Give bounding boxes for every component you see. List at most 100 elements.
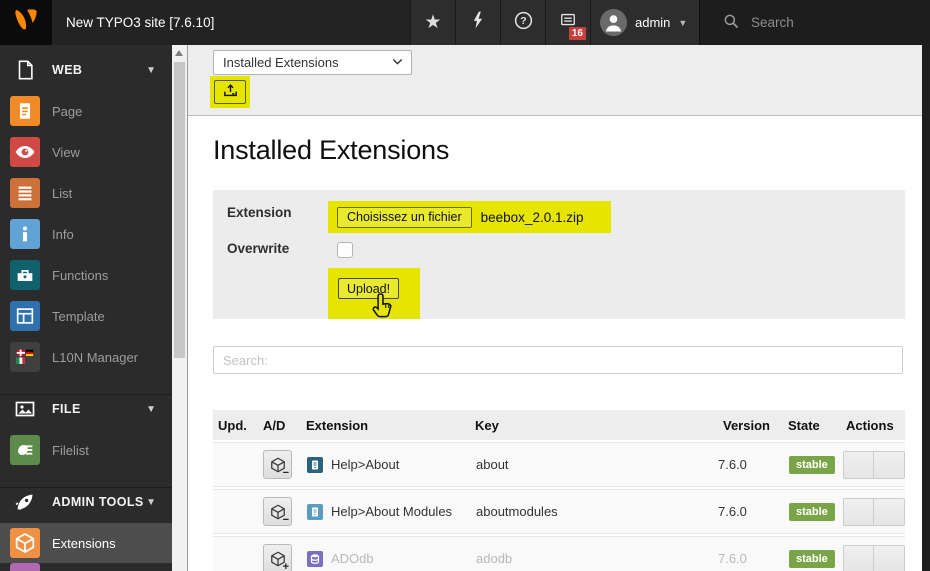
ad-sign: −	[282, 467, 289, 479]
action-button-2[interactable]	[874, 497, 905, 526]
install-extension-button[interactable]: +	[263, 544, 292, 571]
web-section-icon	[13, 58, 37, 82]
actions-cell	[841, 544, 905, 571]
opendocs-count-badge: 16	[568, 27, 586, 40]
column-header-key: Key	[475, 417, 499, 433]
extension-cell: Help>About	[301, 456, 470, 473]
sidebar-item-extensions[interactable]: Extensions	[0, 523, 172, 563]
star-icon: ★	[424, 12, 442, 33]
extension-key: aboutmodules	[476, 504, 558, 519]
sidebar-item-label: View	[52, 144, 80, 160]
sidebar-item-label: Template	[52, 308, 105, 324]
list-icon	[10, 178, 40, 208]
module-menu: WEB ▼ Page View List Info Functions Template L10…	[0, 45, 172, 571]
choose-file-button[interactable]: Choisissez un fichier	[337, 206, 472, 228]
extension-table-row: − Help>About Modules aboutmodules 7.6.0 …	[213, 489, 905, 534]
ext-db-icon	[307, 550, 323, 567]
sidebar-item-info[interactable]: Info	[0, 214, 172, 254]
sidebar-item-page[interactable]: Page	[0, 91, 172, 131]
collapse-caret-icon: ▼	[146, 496, 156, 508]
ext-doc-icon	[307, 456, 323, 473]
help-icon: ?	[513, 10, 534, 36]
bookmarks-button[interactable]: ★	[410, 0, 455, 45]
uninstall-extension-button[interactable]: −	[263, 450, 292, 479]
collapse-caret-icon: ▼	[146, 403, 156, 415]
info-icon	[10, 219, 40, 249]
action-button-2[interactable]	[874, 450, 905, 479]
action-button-1[interactable]	[843, 450, 874, 479]
sidebar-item-view[interactable]: View	[0, 132, 172, 172]
sidebar-item-template[interactable]: Template	[0, 296, 172, 336]
overwrite-checkbox[interactable]	[337, 242, 353, 258]
extension-cell: Help>About Modules	[301, 503, 470, 520]
column-header-extension: Extension	[306, 417, 369, 433]
toolbar: ★ ? 16 admin ▼	[410, 0, 699, 45]
upload-form-panel: Extension Choisissez un fichier beebox_2…	[213, 190, 905, 319]
sidebar-section-label: WEB	[52, 63, 83, 77]
sidebar-section-web[interactable]: WEB ▼	[0, 50, 172, 90]
right-edge	[922, 45, 930, 571]
extension-search-input[interactable]	[213, 346, 903, 374]
sidebar-item-functions[interactable]: Functions	[0, 255, 172, 295]
module-select[interactable]: Installed Extensions	[213, 50, 412, 75]
ext-doc-icon	[307, 503, 323, 520]
chosen-file-name: beebox_2.0.1.zip	[480, 209, 584, 225]
extension-cell: ADOdb	[301, 550, 470, 567]
action-button-2[interactable]	[874, 544, 905, 571]
collapse-caret-icon: ▼	[146, 64, 156, 76]
bolt-icon	[468, 10, 488, 35]
uninstall-extension-button[interactable]: −	[263, 497, 292, 526]
sidebar-item-filelist[interactable]: Filelist	[0, 430, 172, 470]
sidebar-section-admin-tools[interactable]: ADMIN TOOLS ▼	[0, 482, 172, 522]
clear-cache-button[interactable]	[455, 0, 500, 45]
filelist-icon	[10, 435, 40, 465]
file-input-highlight: Choisissez un fichier beebox_2.0.1.zip	[328, 201, 611, 233]
topbar-search[interactable]: Search	[699, 0, 930, 45]
extension-name: Help>About Modules	[331, 504, 453, 519]
scrollbar-up-arrow-icon[interactable]	[175, 50, 183, 56]
sidebar-item-label: Page	[52, 103, 83, 119]
overwrite-field-label: Overwrite	[227, 241, 290, 256]
state-cell: stable	[783, 502, 841, 521]
upload-icon	[222, 82, 239, 102]
sidebar-item-label: Filelist	[52, 442, 89, 458]
username: admin	[635, 15, 671, 30]
topbar: New TYPO3 site [7.6.10] ★ ? 16 admin ▼ S…	[0, 0, 930, 45]
extension-name: Help>About	[331, 457, 400, 472]
page-icon	[10, 96, 40, 126]
hand-cursor-icon	[371, 292, 397, 323]
file-section-icon	[13, 397, 37, 421]
actions-cell	[841, 497, 905, 526]
sidebar-item-list[interactable]: List	[0, 173, 172, 213]
extension-key: adodb	[476, 551, 513, 566]
column-header-actions: Actions	[846, 417, 894, 433]
sidebar-item-label: Extensions	[52, 535, 116, 551]
column-header-version: Version	[723, 417, 770, 433]
upload-extension-button[interactable]	[214, 80, 246, 104]
l10n-icon	[10, 342, 40, 372]
sidebar-section-file[interactable]: FILE ▼	[0, 389, 172, 429]
action-button-1[interactable]	[843, 497, 874, 526]
sidebar-item-l10n-manager[interactable]: L10N Manager	[0, 337, 172, 377]
admin-section-icon	[13, 490, 37, 514]
extension-key: about	[476, 457, 509, 472]
select-caret-icon	[391, 55, 404, 71]
opendocs-button[interactable]: 16	[545, 0, 590, 45]
user-menu[interactable]: admin ▼	[590, 0, 699, 45]
help-button[interactable]: ?	[500, 0, 545, 45]
ad-cell: −	[257, 497, 301, 526]
scrollbar-thumb[interactable]	[174, 62, 185, 358]
extension-table: Upd. A/D Extension Key Version State Actions −…	[213, 410, 905, 571]
sidebar-section-label: FILE	[52, 402, 81, 416]
sidebar-item-partial[interactable]	[10, 563, 40, 571]
extension-version: 7.6.0	[718, 504, 747, 519]
extension-table-row: + ADOdb adodb 7.6.0 stable	[213, 536, 905, 571]
docheader: Installed Extensions	[188, 45, 922, 116]
action-button-1[interactable]	[843, 544, 874, 571]
search-icon	[722, 12, 740, 33]
sidebar-scrollbar[interactable]	[172, 45, 187, 571]
page-title: Installed Extensions	[213, 135, 450, 165]
ad-sign: −	[282, 514, 289, 526]
typo3-logo[interactable]	[0, 0, 52, 45]
extension-table-header: Upd. A/D Extension Key Version State Actions	[213, 410, 905, 440]
